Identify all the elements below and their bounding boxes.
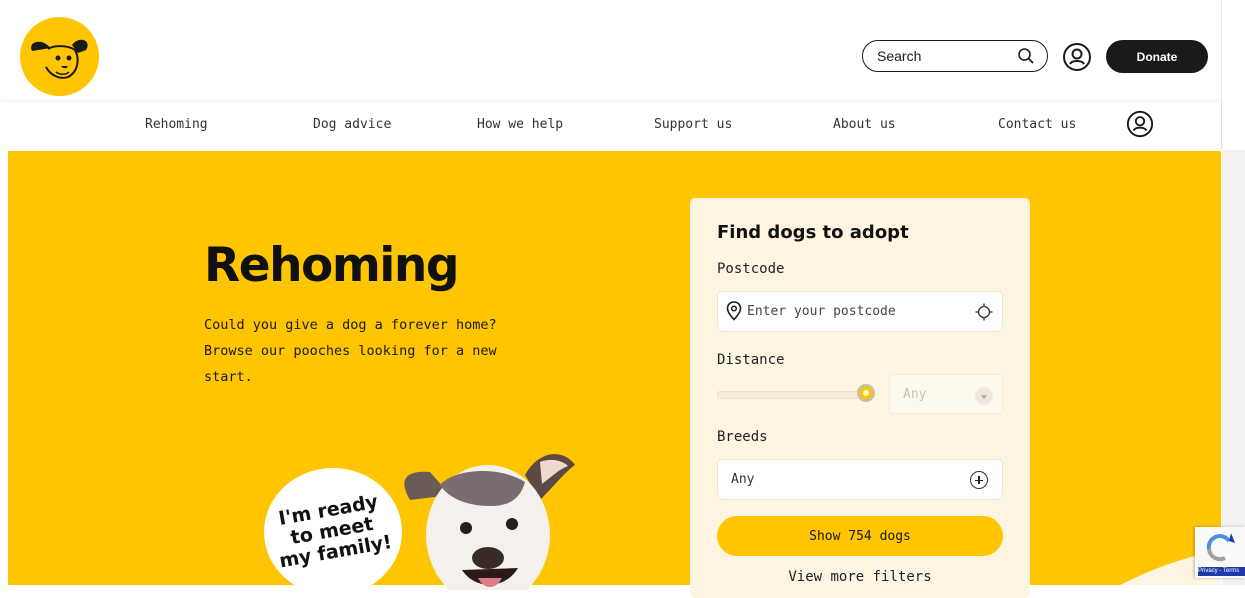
location-pin-icon — [726, 301, 742, 321]
nav-item-contact-us[interactable]: Contact us — [998, 117, 1076, 132]
distance-label: Distance — [717, 352, 785, 368]
postcode-label: Postcode — [717, 261, 785, 277]
breeds-select[interactable] — [717, 459, 1003, 500]
search-box[interactable]: Search — [862, 40, 1048, 72]
distance-slider-track[interactable] — [717, 391, 867, 399]
dog-photo — [404, 454, 575, 590]
search-icon[interactable] — [1017, 47, 1035, 65]
crosshair-locate-icon[interactable] — [975, 303, 993, 321]
recaptcha-privacy-terms[interactable]: Privacy - Terms — [1198, 567, 1245, 576]
nav-item-dog-advice[interactable]: Dog advice — [313, 117, 391, 132]
distance-select-value: Any — [903, 387, 927, 402]
page-edge-divider — [1221, 0, 1222, 150]
scrollbar[interactable] — [1222, 150, 1245, 585]
nav-item-support-us[interactable]: Support us — [654, 117, 732, 132]
hero-description: Could you give a dog a forever home? Bro… — [204, 317, 497, 385]
hero-section — [8, 151, 1221, 585]
nav-item-about-us[interactable]: About us — [833, 117, 896, 132]
dogs-trust-logo[interactable] — [20, 17, 99, 96]
plus-icon[interactable] — [970, 471, 988, 489]
page-title: Rehoming — [204, 238, 460, 293]
main-nav: Rehoming Dog advice How we help Support … — [0, 102, 1221, 150]
breeds-select-value: Any — [731, 472, 755, 487]
distance-slider-thumb[interactable] — [857, 384, 875, 402]
donate-button[interactable]: Donate — [1106, 40, 1208, 73]
search-label: Search — [877, 48, 922, 64]
recaptcha-icon — [1206, 533, 1235, 562]
breeds-label: Breeds — [717, 429, 768, 445]
finder-title: Find dogs to adopt — [717, 222, 909, 243]
view-more-filters-link[interactable]: View more filters — [717, 569, 1003, 585]
nav-item-how-we-help[interactable]: How we help — [477, 117, 563, 132]
nav-account-icon[interactable] — [1126, 110, 1154, 138]
postcode-placeholder: Enter your postcode — [747, 304, 896, 319]
chevron-down-icon[interactable] — [975, 387, 993, 405]
show-dogs-button[interactable]: Show 754 dogs — [717, 516, 1003, 556]
account-icon[interactable] — [1062, 42, 1092, 72]
nav-item-rehoming[interactable]: Rehoming — [145, 117, 208, 132]
dog-face-icon — [31, 39, 88, 79]
